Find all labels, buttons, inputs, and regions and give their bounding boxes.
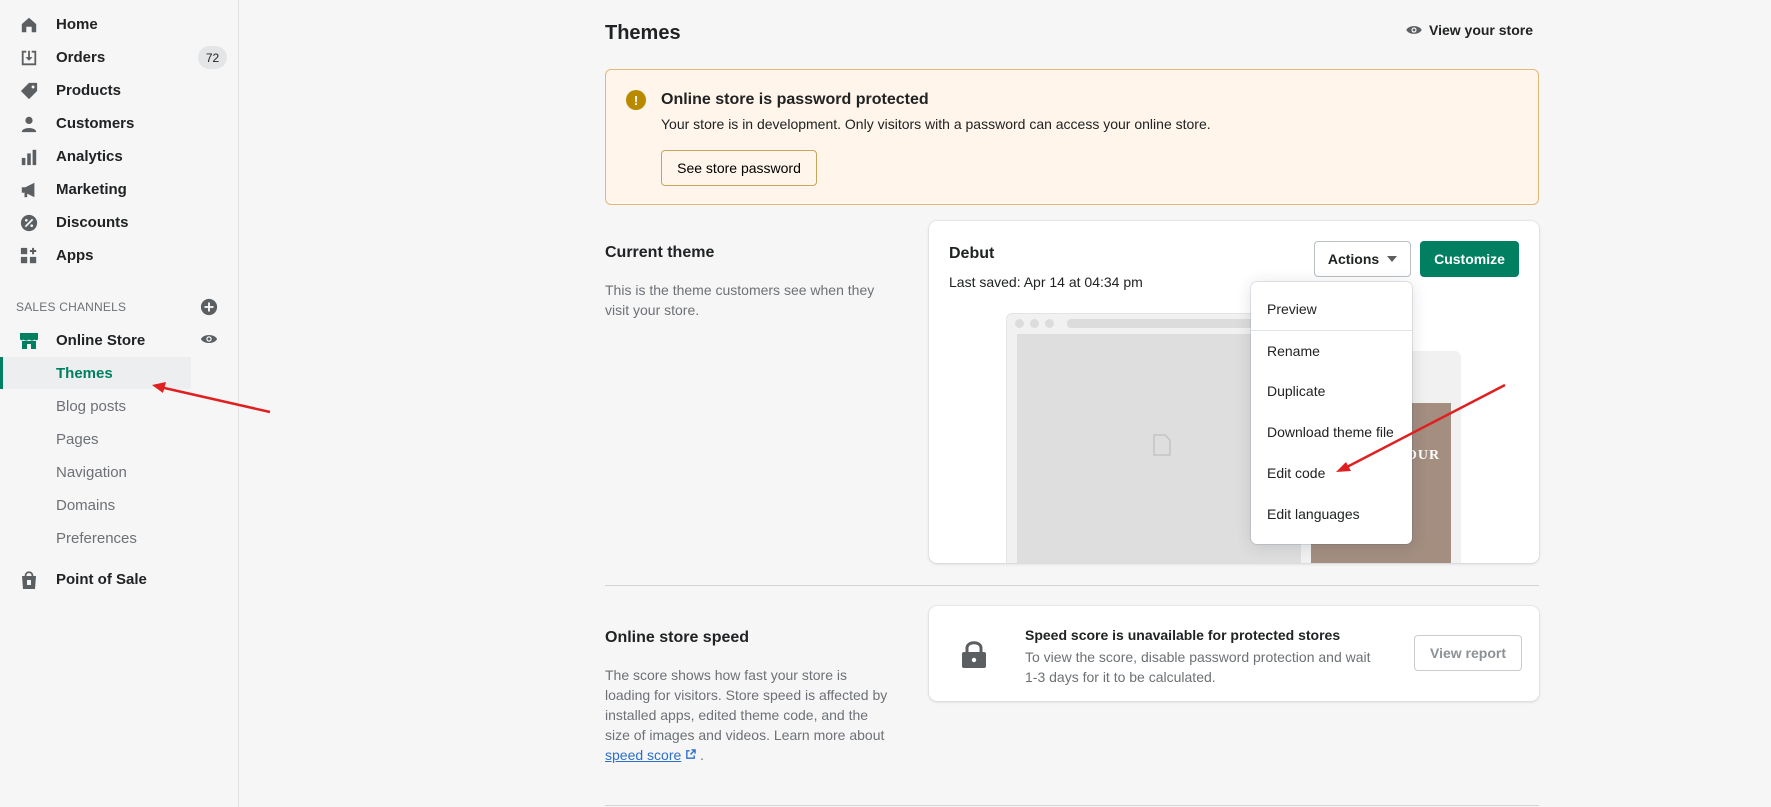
sidebar-item-label: Orders [56, 49, 106, 66]
speed-heading: Online store speed [605, 629, 750, 646]
sidebar-subitem-navigation[interactable]: Navigation [0, 456, 191, 488]
menu-item-rename[interactable]: Rename [1267, 343, 1320, 359]
theme-card: Debut Last saved: Apr 14 at 04:34 pm Act… [929, 221, 1539, 563]
store-icon [19, 331, 39, 351]
last-saved: Last saved: Apr 14 at 04:34 pm [949, 274, 1143, 290]
sales-channels-heading: SALES CHANNELS [16, 300, 127, 314]
apps-icon [19, 246, 39, 266]
sidebar-subitem-label: Domains [56, 496, 116, 514]
speed-score-link[interactable]: speed score [605, 747, 681, 763]
speed-description: The score shows how fast your store is l… [605, 665, 887, 765]
tag-icon [19, 81, 39, 101]
sidebar-subitem-preferences[interactable]: Preferences [0, 522, 191, 554]
shopping-bag-icon [19, 570, 39, 590]
window-dot [1045, 319, 1054, 328]
sidebar-subitem-pages[interactable]: Pages [0, 423, 191, 455]
sidebar-item-label: Analytics [56, 148, 123, 165]
orders-count-badge: 72 [198, 46, 227, 69]
megaphone-icon [19, 180, 39, 200]
sidebar-item-label: Apps [56, 247, 94, 264]
sidebar-item-home[interactable]: Home [0, 8, 239, 41]
menu-item-download-theme[interactable]: Download theme file [1267, 424, 1394, 440]
customize-button[interactable]: Customize [1420, 241, 1519, 277]
menu-item-edit-code[interactable]: Edit code [1267, 465, 1325, 481]
sidebar-subitem-themes[interactable]: Themes [0, 357, 191, 389]
window-dot [1030, 319, 1039, 328]
sidebar-subitem-label: Navigation [56, 463, 127, 481]
bar-chart-icon [19, 147, 39, 167]
orders-icon [19, 48, 39, 68]
image-placeholder-icon [1153, 434, 1171, 456]
sidebar-item-label: Discounts [56, 214, 129, 231]
sidebar-item-analytics[interactable]: Analytics [0, 140, 239, 173]
see-store-password-button[interactable]: See store password [661, 150, 817, 186]
add-channel-icon[interactable] [200, 298, 218, 316]
sidebar-item-apps[interactable]: Apps [0, 239, 239, 272]
eye-icon[interactable] [200, 332, 218, 346]
theme-name: Debut [949, 245, 995, 262]
menu-divider [1251, 330, 1412, 331]
banner-text: Your store is in development. Only visit… [661, 116, 1211, 132]
actions-label: Actions [1327, 251, 1380, 267]
view-report-button[interactable]: View report [1414, 635, 1522, 671]
sidebar-item-customers[interactable]: Customers [0, 107, 239, 140]
menu-item-duplicate[interactable]: Duplicate [1267, 383, 1325, 399]
discount-icon [19, 213, 39, 233]
description-line: visit your store. [605, 302, 700, 318]
link-suffix: . [696, 747, 704, 763]
section-divider [605, 585, 1539, 586]
sidebar-subitem-domains[interactable]: Domains [0, 489, 191, 521]
sidebar-item-marketing[interactable]: Marketing [0, 173, 239, 206]
sidebar-subitem-label: Blog posts [56, 397, 127, 415]
eye-icon [1406, 26, 1422, 34]
description-line: This is the theme customers see when the… [605, 282, 875, 298]
sidebar-item-products[interactable]: Products [0, 74, 239, 107]
caret-down-icon [1387, 256, 1398, 262]
home-icon [19, 15, 39, 35]
sidebar-item-label: Products [56, 82, 122, 99]
current-theme-heading: Current theme [605, 244, 715, 261]
sidebar-item-label: Home [56, 16, 98, 33]
external-link-icon [686, 749, 696, 759]
description-line: speed score . [605, 745, 887, 765]
sidebar-subitem-blog-posts[interactable]: Blog posts [0, 390, 191, 422]
person-icon [19, 114, 39, 134]
description-line: loading for visitors. Store speed is aff… [605, 687, 888, 703]
menu-item-preview[interactable]: Preview [1267, 301, 1317, 317]
sidebar-item-label: Online Store [56, 332, 146, 349]
speed-card-text: To view the score, disable password prot… [1025, 649, 1371, 685]
actions-button[interactable]: Actions [1314, 241, 1411, 277]
sidebar-item-point-of-sale[interactable]: Point of Sale [0, 563, 239, 596]
actions-menu: Preview Rename Duplicate Download theme … [1251, 282, 1412, 544]
sidebar-subitem-label: Pages [56, 430, 99, 448]
description-line: installed apps, edited theme code, and t… [605, 707, 869, 723]
sidebar: Home Orders 72 Products Customers Analyt… [0, 0, 239, 807]
warning-icon: ! [626, 90, 646, 110]
view-store-link[interactable]: View your store [1405, 22, 1533, 38]
banner-title: Online store is password protected [661, 91, 929, 108]
menu-item-edit-languages[interactable]: Edit languages [1267, 506, 1360, 522]
sidebar-item-label: Marketing [56, 181, 127, 198]
window-dot [1015, 319, 1024, 328]
page-title: Themes [605, 22, 681, 44]
speed-card-title: Speed score is unavailable for protected… [1025, 627, 1341, 643]
section-divider [605, 805, 1539, 806]
sidebar-item-label: Point of Sale [56, 571, 147, 588]
password-banner: ! Online store is password protected You… [605, 69, 1539, 205]
description-line: The score shows how fast your store is [605, 667, 847, 683]
description-line: size of images and videos. Learn more ab… [605, 727, 885, 743]
speed-card: Speed score is unavailable for protected… [929, 606, 1539, 701]
view-store-label: View your store [1429, 22, 1534, 38]
sidebar-subitem-label: Themes [56, 364, 113, 382]
sidebar-item-label: Customers [56, 115, 135, 132]
current-theme-description: This is the theme customers see when the… [605, 280, 874, 320]
sidebar-subitem-label: Preferences [56, 529, 137, 547]
sidebar-item-discounts[interactable]: Discounts [0, 206, 239, 239]
sidebar-item-orders[interactable]: Orders 72 [0, 41, 239, 74]
lock-icon [962, 641, 986, 668]
